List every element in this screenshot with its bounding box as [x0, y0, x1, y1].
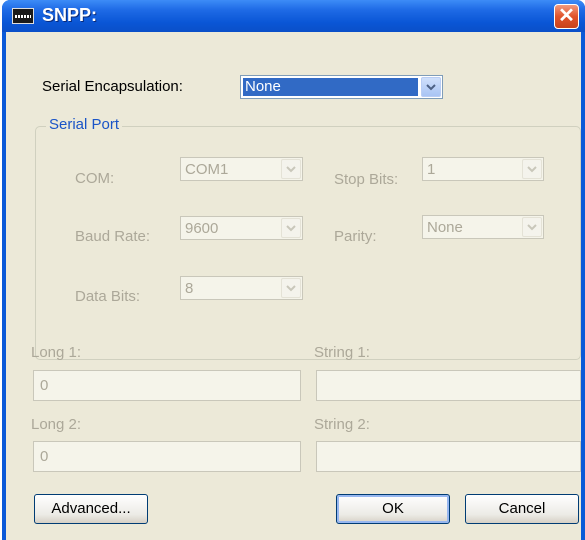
long2-value: 0 [40, 448, 49, 465]
parity-label: Parity: [334, 228, 377, 245]
serial-encapsulation-label: Serial Encapsulation: [42, 78, 183, 95]
serial-encapsulation-select[interactable]: None [240, 75, 443, 99]
string1-field[interactable] [316, 370, 581, 401]
data-bits-value: 8 [185, 280, 194, 297]
chevron-down-icon[interactable] [522, 159, 542, 179]
long1-label: Long 1: [31, 344, 82, 361]
string2-label: String 2: [314, 416, 370, 433]
advanced-button[interactable]: Advanced... [34, 494, 148, 524]
chevron-down-icon[interactable] [522, 217, 542, 237]
baud-rate-label: Baud Rate: [75, 228, 151, 245]
close-button[interactable]: ✕ [554, 4, 579, 29]
chevron-down-icon[interactable] [281, 278, 301, 298]
close-icon: ✕ [558, 5, 575, 27]
parity-select[interactable]: None [422, 215, 544, 239]
chevron-down-icon[interactable] [421, 77, 441, 97]
long2-field[interactable]: 0 [33, 441, 301, 472]
window-title: SNPP: [42, 5, 98, 25]
chevron-down-icon[interactable] [281, 159, 301, 179]
baud-rate-value: 9600 [185, 220, 219, 237]
stop-bits-select[interactable]: 1 [422, 157, 544, 181]
app-icon [12, 8, 34, 24]
parity-value: None [427, 219, 463, 236]
serial-encapsulation-value: None [243, 78, 418, 96]
string2-field[interactable] [316, 441, 581, 472]
long1-value: 0 [40, 377, 49, 394]
string1-label: String 1: [314, 344, 370, 361]
long1-field[interactable]: 0 [33, 370, 301, 401]
long2-label: Long 2: [31, 416, 82, 433]
title-bar[interactable]: SNPP: ✕ [2, 0, 585, 32]
data-bits-select[interactable]: 8 [180, 276, 303, 300]
dialog-window: SNPP: ✕ Serial Encapsulation: None Seria… [2, 0, 585, 540]
data-bits-label: Data Bits: [75, 288, 141, 305]
com-value: COM1 [185, 161, 229, 178]
com-label: COM: [75, 170, 115, 187]
ok-button[interactable]: OK [336, 494, 450, 524]
cancel-button[interactable]: Cancel [465, 494, 579, 524]
baud-rate-select[interactable]: 9600 [180, 216, 303, 240]
chevron-down-icon[interactable] [281, 218, 301, 238]
serial-port-group-title: Serial Port [46, 116, 123, 133]
com-select[interactable]: COM1 [180, 157, 303, 181]
stop-bits-label: Stop Bits: [334, 171, 399, 188]
stop-bits-value: 1 [427, 161, 436, 178]
dialog-body: Serial Encapsulation: None Serial Port C… [6, 32, 581, 540]
